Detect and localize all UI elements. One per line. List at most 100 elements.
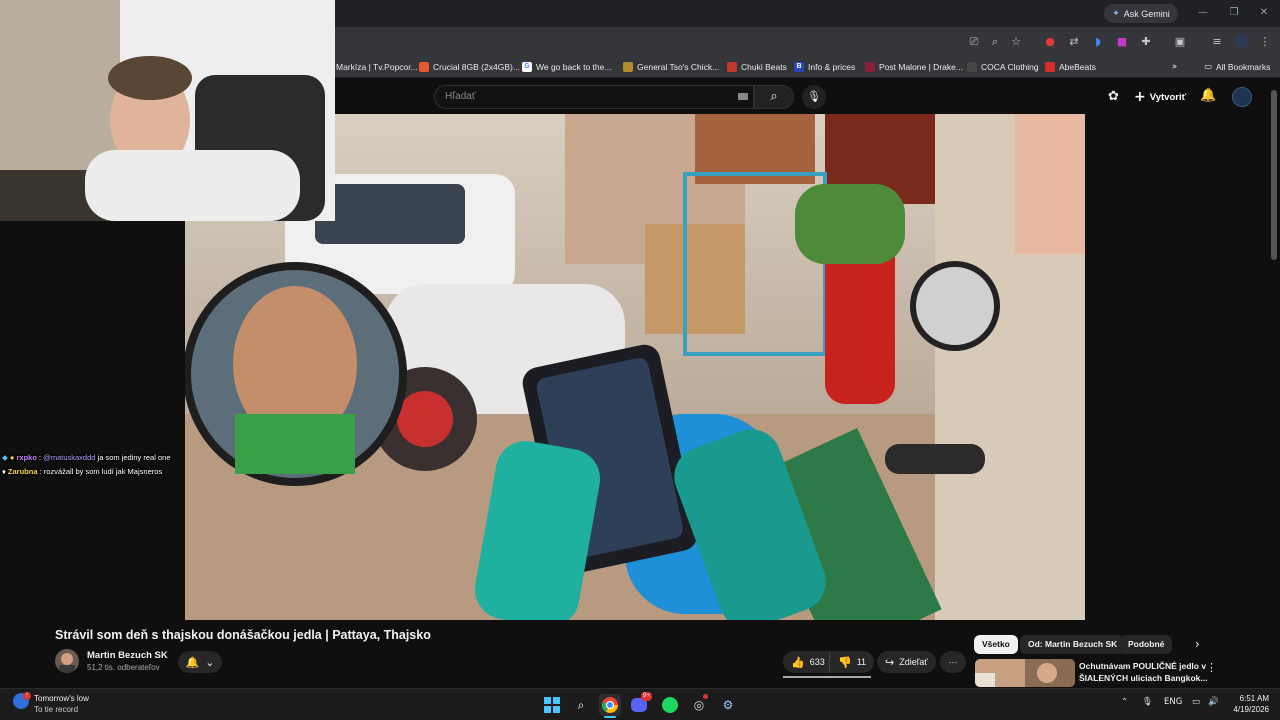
more-horizontal-icon: ··· (948, 657, 958, 667)
close-icon[interactable]: ✕ (1257, 6, 1271, 20)
language-indicator[interactable]: ENG (1164, 697, 1182, 707)
bookmark-label: Crucial 8GB (2x4GB)... (433, 62, 520, 72)
search-input[interactable]: Hľadať (434, 85, 754, 109)
bookmarks-overflow-icon[interactable]: » (1172, 59, 1177, 75)
extensions-puzzle-icon[interactable]: ✚ (1138, 34, 1154, 50)
recommendation-title-line: ŠIALENÝCH uliciach Bangkok... (1079, 673, 1208, 683)
weather-subtitle: To tie record (34, 705, 79, 714)
clock[interactable]: 6:51 AM 4/19/2026 (1231, 693, 1269, 715)
steam-taskbar-icon[interactable]: ⚙ (717, 694, 739, 716)
bookmark-item[interactable]: General Tso's Chick... (623, 59, 719, 75)
like-count: 633 (809, 657, 825, 667)
microphone-tray-icon[interactable]: 🎙 (1142, 697, 1153, 707)
spotify-taskbar-icon[interactable] (659, 694, 681, 716)
share-label: Zdieľať (899, 657, 928, 667)
bookmark-favicon (727, 62, 737, 72)
profile-avatar[interactable] (1233, 34, 1249, 50)
account-avatar[interactable] (1232, 87, 1252, 107)
page-scrollbar[interactable] (1271, 90, 1277, 260)
streamer-webcam (0, 0, 335, 221)
extension-purple-icon[interactable]: ■ (1114, 34, 1130, 50)
extension-icon[interactable]: ⇄ (1066, 34, 1082, 50)
create-button[interactable]: + Vytvoriť (1134, 87, 1188, 107)
channel-avatar[interactable] (55, 649, 79, 673)
subscriber-count: 51,2 tis. odberateľov (87, 663, 160, 672)
bookmark-item[interactable]: B Info & prices (794, 59, 855, 75)
extension-red-icon[interactable]: ● (1042, 34, 1058, 50)
bookmark-label: Markíza | Tv.Popcor... (336, 62, 418, 72)
bookmark-item[interactable]: Crucial 8GB (2x4GB)... (419, 59, 520, 75)
recommendation-title[interactable]: Ochutnávam POULIČNÉ jedlo v ŠIALENÝCH ul… (1079, 660, 1207, 684)
extension-logo-icon[interactable]: ✿ (1108, 89, 1119, 104)
subscription-bell-button[interactable]: 🔔 ⌄ (178, 651, 222, 673)
bookmark-label: COCA Clothing (981, 62, 1039, 72)
network-icon[interactable]: ▭ (1192, 697, 1200, 707)
bookmark-favicon (865, 62, 875, 72)
weather-alert-badge: ! (23, 692, 31, 700)
bookmark-favicon (419, 62, 429, 72)
chip-all[interactable]: Všetko (974, 635, 1018, 654)
bookmark-item[interactable]: Chuki Beats (727, 59, 787, 75)
clock-time: 6:51 AM (1239, 694, 1269, 703)
voice-search-button[interactable]: 🎙 (802, 85, 826, 109)
chevron-right-icon[interactable]: › (1195, 637, 1200, 651)
keyboard-icon[interactable] (738, 93, 748, 100)
reading-list-icon[interactable]: ≡ (1209, 34, 1225, 50)
chat-message: ♦ Zarubna : rozvážall by som ludí jak Ma… (2, 467, 162, 476)
bookmark-label: Chuki Beats (741, 62, 787, 72)
notifications-bell-icon[interactable]: 🔔 (1200, 88, 1216, 103)
cast-icon[interactable]: ⎚ (966, 34, 982, 50)
chat-text: ja som jediny real one (97, 453, 171, 462)
bookmark-star-icon[interactable]: ☆ (1008, 34, 1024, 50)
chevron-down-icon: ⌄ (205, 655, 215, 669)
bookmark-item[interactable]: COCA Clothing (967, 59, 1039, 75)
bookmark-item[interactable]: AbeBeats (1045, 59, 1096, 75)
chat-username: Zarubna (7, 467, 38, 476)
more-actions-button[interactable]: ··· (940, 651, 966, 673)
chrome-logo (601, 697, 618, 713)
tab-search-icon[interactable]: ▣ (1172, 34, 1188, 50)
recommendation-menu-icon[interactable]: ⋮ (1206, 661, 1217, 674)
bookmark-item[interactable]: Markíza | Tv.Popcor... (336, 59, 418, 75)
clock-date: 4/19/2026 (1233, 705, 1269, 714)
discord-notification-badge: 9+ (641, 692, 652, 701)
all-bookmarks-button[interactable]: ▭ All Bookmarks (1204, 59, 1270, 75)
windows-logo (544, 697, 560, 713)
active-app-indicator (604, 716, 616, 718)
like-button[interactable]: 👍 633 (783, 651, 833, 673)
weather-title: Tomorrow's low (34, 694, 89, 703)
share-button[interactable]: ↪ Zdieľať (877, 651, 936, 673)
bookmark-item[interactable]: G We go back to the... (522, 59, 611, 75)
search-icon[interactable]: ⌕ (570, 694, 592, 716)
chip-from-channel[interactable]: Od: Martin Bezuch SK (1020, 635, 1126, 654)
bookmark-label: Info & prices (808, 62, 856, 72)
badge-icon: ● (9, 453, 15, 462)
zoom-icon[interactable]: ⌕ (987, 34, 1003, 50)
chip-related[interactable]: Podobné (1120, 635, 1173, 654)
chrome-menu-icon[interactable]: ⋮ (1257, 34, 1273, 50)
bookmark-item[interactable]: Post Malone | Drake... (865, 59, 963, 75)
recommendation-thumbnail[interactable] (975, 659, 1075, 687)
tray-overflow-icon[interactable]: ⌃ (1121, 697, 1128, 707)
weather-widget[interactable]: Tomorrow's low To tie record (34, 693, 89, 715)
chrome-taskbar-icon[interactable] (599, 694, 621, 716)
chat-message: ◆ ● rxpko : @matuskaxddd ja som jediny r… (2, 453, 171, 462)
channel-name[interactable]: Martin Bezuch SK (87, 650, 168, 661)
badge-icon: ♦ (2, 467, 6, 476)
restore-icon[interactable]: ❐ (1227, 6, 1241, 20)
plus-icon: + (1134, 89, 1146, 105)
webcam-frame (0, 0, 335, 221)
bookmark-favicon (623, 62, 633, 72)
microphone-icon: 🎙 (807, 90, 821, 103)
extension-blue-icon[interactable]: ◗ (1090, 34, 1106, 50)
ask-gemini-label: Ask Gemini (1123, 8, 1170, 19)
recommendation-title-line: Ochutnávam POULIČNÉ jedlo v (1079, 661, 1207, 671)
search-icon: ⌕ (770, 89, 778, 104)
dislike-button[interactable]: 👎 11 (829, 651, 875, 673)
volume-icon[interactable]: 🔊 (1208, 697, 1219, 707)
windows-start-icon[interactable] (541, 694, 563, 716)
ask-gemini-button[interactable]: ✦ Ask Gemini (1104, 4, 1178, 23)
minimize-icon[interactable]: — (1196, 6, 1210, 20)
search-button[interactable]: ⌕ (754, 85, 794, 109)
share-icon: ↪ (885, 655, 895, 669)
